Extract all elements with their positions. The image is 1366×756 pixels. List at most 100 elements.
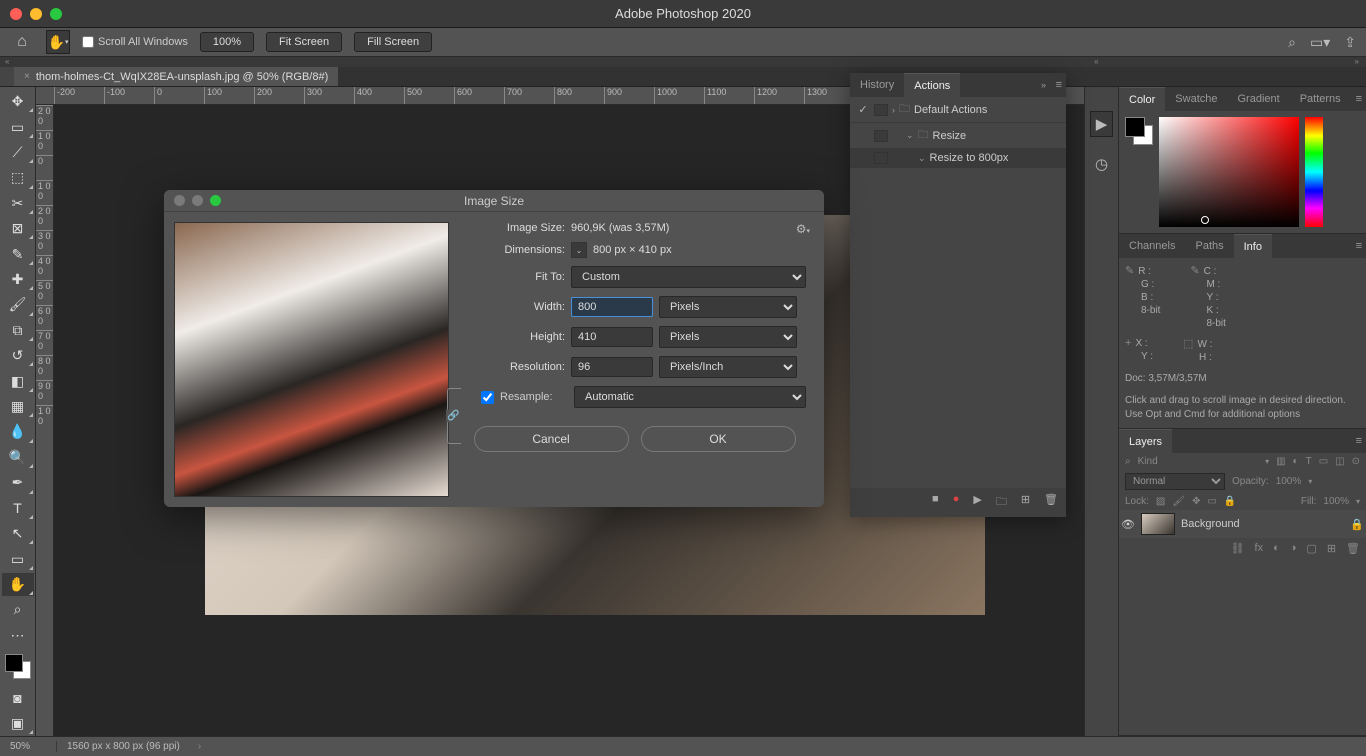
path-select-tool[interactable]: ↖ <box>2 522 34 545</box>
tab-actions[interactable]: Actions <box>904 73 960 97</box>
crop-tool[interactable]: ✂ <box>2 192 34 215</box>
share-icon[interactable]: ⇪ <box>1344 34 1356 51</box>
status-chevron-icon[interactable]: › <box>190 741 201 752</box>
lock-pixels-icon[interactable]: ▨ <box>1156 496 1165 507</box>
group-icon[interactable]: ▢ <box>1306 542 1316 555</box>
layer-row-background[interactable]: 👁 Background 🔒 <box>1119 510 1366 538</box>
panel-menu-icon[interactable]: ≡ <box>1356 240 1362 252</box>
healing-tool[interactable]: ✚ <box>2 268 34 291</box>
layer-thumbnail[interactable] <box>1141 513 1175 535</box>
tab-color[interactable]: Color <box>1119 87 1165 111</box>
tab-layers[interactable]: Layers <box>1119 429 1172 453</box>
document-tab[interactable]: × thom-holmes-Ct_WqIX28EA-unsplash.jpg @… <box>14 67 338 86</box>
new-layer-icon[interactable]: ⊞ <box>1327 542 1336 555</box>
dodge-tool[interactable]: 🔍 <box>2 446 34 469</box>
resolution-unit-select[interactable]: Pixels/Inch <box>659 356 797 378</box>
type-tool[interactable]: T <box>2 497 34 520</box>
scroll-all-windows-checkbox[interactable]: Scroll All Windows <box>82 36 188 48</box>
collapse-icon[interactable]: » <box>1041 80 1046 90</box>
move-tool[interactable]: ✥ <box>2 90 34 113</box>
tab-info[interactable]: Info <box>1234 234 1272 258</box>
quick-select-tool[interactable]: ⬚ <box>2 166 34 189</box>
blur-tool[interactable]: 💧 <box>2 420 34 443</box>
zoom-percent-button[interactable]: 100% <box>200 32 254 52</box>
lock-position-icon[interactable]: ✥ <box>1192 496 1200 507</box>
collapse-right-icon[interactable]: » <box>1352 57 1362 67</box>
search-icon[interactable]: ⌕ <box>1288 34 1296 51</box>
filter-type-icon[interactable]: T <box>1306 456 1312 467</box>
play-icon[interactable]: ▶ <box>973 493 981 512</box>
link-layers-icon[interactable]: ⛓ <box>1231 542 1245 555</box>
fit-screen-button[interactable]: Fit Screen <box>266 32 342 52</box>
lasso-tool[interactable]: ⟋ <box>2 141 34 164</box>
color-field[interactable] <box>1159 117 1299 227</box>
clone-tool[interactable]: ⧉ <box>2 319 34 342</box>
height-unit-select[interactable]: Pixels <box>659 326 797 348</box>
close-window-button[interactable] <box>10 8 22 20</box>
cancel-button[interactable]: Cancel <box>474 426 629 452</box>
width-input[interactable] <box>571 297 653 317</box>
quickmask-toggle[interactable]: ◙ <box>2 686 34 709</box>
stop-icon[interactable]: ■ <box>932 493 939 512</box>
height-input[interactable] <box>571 327 653 347</box>
filter-adjust-icon[interactable]: ◐ <box>1293 456 1299 467</box>
dimensions-unit-toggle[interactable]: ⌄ <box>571 242 587 258</box>
home-button[interactable]: ⌂ <box>10 30 34 54</box>
gradient-tool[interactable]: ▦ <box>2 395 34 418</box>
marquee-tool[interactable]: ▭ <box>2 115 34 138</box>
toolbox-more[interactable]: ⋯ <box>2 624 34 647</box>
zoom-tool[interactable]: ⌕ <box>2 598 34 621</box>
gear-icon[interactable]: ⚙︎▾ <box>796 222 810 236</box>
tab-gradients[interactable]: Gradient <box>1228 87 1290 111</box>
filter-shape-icon[interactable]: ▭ <box>1319 456 1328 467</box>
new-action-icon[interactable]: ⊞ <box>1021 493 1030 512</box>
foreground-background-swatch[interactable] <box>5 654 31 679</box>
resolution-input[interactable] <box>571 357 653 377</box>
hand-tool-indicator[interactable]: ✋▾ <box>46 30 70 54</box>
trash-icon[interactable]: 🗑 <box>1346 542 1360 555</box>
maximize-window-button[interactable] <box>50 8 62 20</box>
blend-mode-select[interactable]: Normal <box>1125 473 1225 490</box>
screenmode-toggle[interactable]: ▣ <box>2 712 34 735</box>
action-resize[interactable]: ⌄ 🗀 Resize <box>850 123 1066 149</box>
adjustment-icon[interactable]: ◑ <box>1290 542 1297 555</box>
hue-slider[interactable] <box>1305 117 1323 227</box>
collapse-left-icon[interactable]: « <box>2 57 12 67</box>
record-icon[interactable]: ● <box>953 493 960 512</box>
opacity-value[interactable]: 100% <box>1276 476 1302 487</box>
workspace-icon[interactable]: ▭▾ <box>1310 34 1330 51</box>
history-brush-tool[interactable]: ↺ <box>2 344 34 367</box>
minimize-window-button[interactable] <box>30 8 42 20</box>
sidebar-collapse-icon[interactable] <box>0 67 14 86</box>
brush-tool[interactable]: 🖌 <box>2 293 34 316</box>
hand-tool[interactable]: ✋ <box>2 573 34 596</box>
resample-checkbox[interactable] <box>481 391 494 404</box>
tab-history[interactable]: History <box>850 73 904 97</box>
fill-value[interactable]: 100% <box>1323 496 1349 507</box>
frame-tool[interactable]: ⊠ <box>2 217 34 240</box>
scroll-all-checkbox-input[interactable] <box>82 36 94 48</box>
fit-to-select[interactable]: Custom <box>571 266 806 288</box>
collapse-mid-icon[interactable]: « <box>1091 57 1101 67</box>
action-default-actions[interactable]: ✓› 🗀 Default Actions <box>850 97 1066 123</box>
panel-menu-icon[interactable]: ≡ <box>1356 93 1362 105</box>
mask-icon[interactable]: ◐ <box>1273 542 1280 555</box>
filter-toggle[interactable]: ⊙ <box>1352 456 1360 467</box>
fx-icon[interactable]: fx <box>1255 542 1264 555</box>
resample-select[interactable]: Automatic <box>574 386 806 408</box>
pen-tool[interactable]: ✒ <box>2 471 34 494</box>
lock-brush-icon[interactable]: 🖌 <box>1172 496 1185 507</box>
lock-artboard-icon[interactable]: ▭ <box>1207 496 1216 507</box>
eyedropper-tool[interactable]: ✎ <box>2 242 34 265</box>
dock-adjust-icon[interactable]: ◷ <box>1095 155 1108 173</box>
status-zoom[interactable]: 50% <box>0 741 56 752</box>
tab-patterns[interactable]: Patterns <box>1290 87 1351 111</box>
tab-swatches[interactable]: Swatche <box>1165 87 1227 111</box>
search-icon[interactable]: ⌕ <box>1125 456 1131 467</box>
constrain-proportions-link[interactable]: 🔗 <box>447 388 461 444</box>
ok-button[interactable]: OK <box>641 426 796 452</box>
dialog-close-button[interactable] <box>174 195 185 206</box>
eye-icon[interactable]: 👁 <box>1121 518 1135 531</box>
tab-channels[interactable]: Channels <box>1119 234 1185 258</box>
tab-close-icon[interactable]: × <box>24 71 30 82</box>
